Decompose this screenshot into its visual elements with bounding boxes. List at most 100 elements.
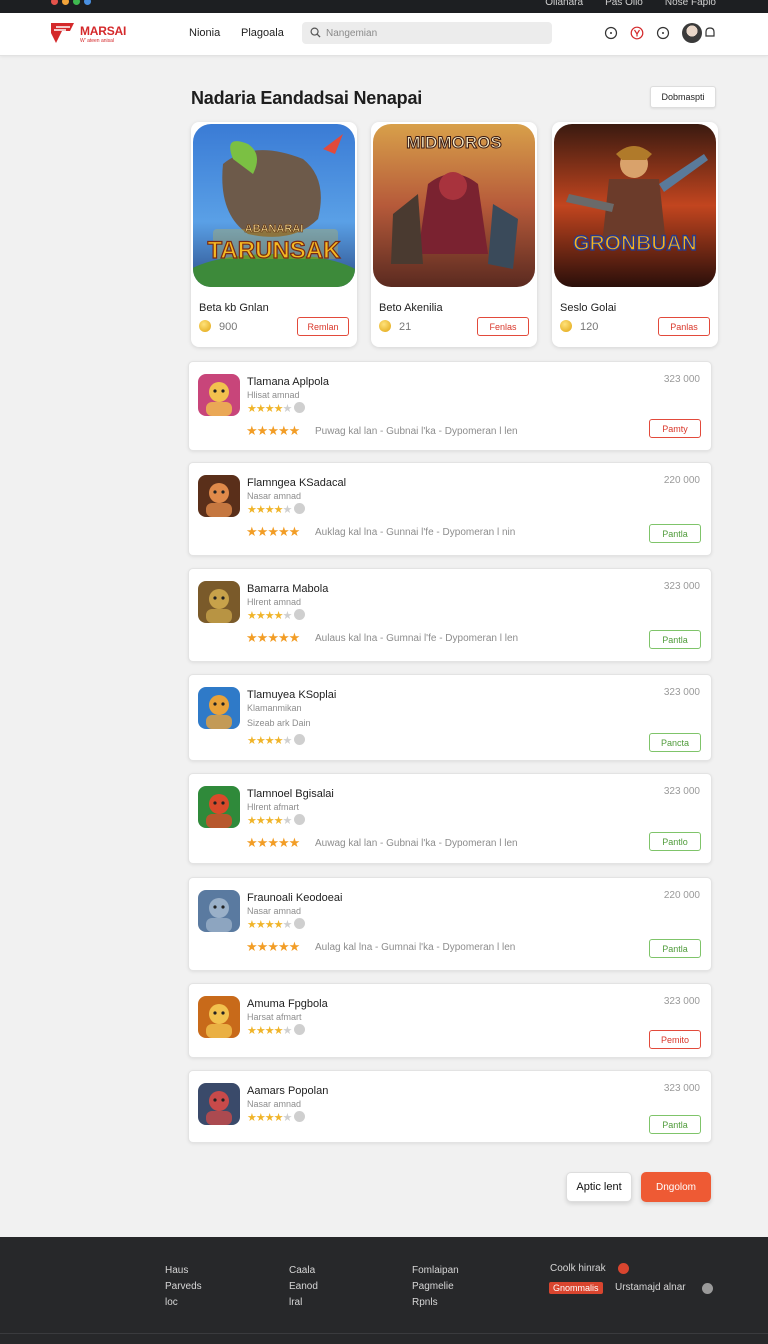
secondary-action-button[interactable]: Aptic lent <box>566 1172 632 1202</box>
star-icon: ★ <box>288 939 301 954</box>
app-get-button[interactable]: Pantla <box>649 1115 701 1134</box>
star-rating-small: ★★★★★ <box>247 1111 306 1124</box>
app-name[interactable]: Amuma Fpgbola <box>247 998 328 1010</box>
app-list-row[interactable]: Flamngea KSadacal Nasar amnad ★★★★★ ★★★★★ Au… <box>188 462 712 556</box>
star-icon: ★ <box>264 610 275 622</box>
app-get-button[interactable]: Pantla <box>649 524 701 543</box>
help-icon[interactable] <box>656 26 670 40</box>
star-icon: ★ <box>256 835 269 850</box>
app-developer: Hlrent amnad <box>247 597 302 607</box>
search-bar[interactable] <box>302 22 552 44</box>
top-action-button[interactable]: Dobmaspti <box>650 86 716 108</box>
footer-link[interactable]: Eanod <box>289 1279 318 1295</box>
os-item[interactable]: Pas Ollo <box>605 0 643 8</box>
app-list-row[interactable]: Aamars Popolan Nasar amnad ★★★★★ 323 000 Pan… <box>188 1070 712 1143</box>
app-get-button[interactable]: Pemito <box>649 1030 701 1049</box>
search-input[interactable] <box>326 25 546 41</box>
close-window-dot[interactable] <box>51 0 58 5</box>
user-avatar[interactable] <box>682 23 702 43</box>
os-item[interactable]: Ollanara <box>545 0 583 8</box>
nav-link-plagoala[interactable]: Plagoala <box>241 27 284 39</box>
extra-window-dot[interactable] <box>84 0 91 5</box>
os-item[interactable]: Nose Fapio <box>665 0 716 8</box>
app-get-button[interactable]: Pantla <box>649 939 701 958</box>
footer-link[interactable]: Pagmelie <box>412 1279 459 1295</box>
app-get-button[interactable]: Pancta <box>649 733 701 752</box>
footer-link[interactable]: Parveds <box>165 1279 202 1295</box>
star-icon: ★ <box>273 735 284 747</box>
footer-link[interactable]: Rpnls <box>412 1295 459 1311</box>
app-name[interactable]: Tlamnoel Bgisalai <box>247 788 334 800</box>
app-thumbnail[interactable] <box>198 786 240 828</box>
app-list-row[interactable]: Tlamana Aplpola Hlisat amnad ★★★★★ ★★★★★ Puw… <box>188 361 712 451</box>
app-name[interactable]: Tlamana Aplpola <box>247 376 329 388</box>
window-controls[interactable] <box>51 0 91 5</box>
app-get-button[interactable]: Pamty <box>649 419 701 438</box>
footer-link[interactable]: lral <box>289 1295 318 1311</box>
featured-card[interactable]: TARUNSAK ABANARAI Beta kb Gnlan 900 Reml… <box>191 122 357 347</box>
star-rating-large: ★★★★★ <box>246 524 300 540</box>
star-icon: ★ <box>277 524 290 539</box>
app-thumbnail[interactable] <box>198 890 240 932</box>
app-list-row[interactable]: Tlamuyea KSoplai Klamanmikan Sizeab ark Da… <box>188 674 712 761</box>
star-icon: ★ <box>255 1112 266 1124</box>
app-size: 323 000 <box>663 1083 700 1094</box>
app-list-row[interactable]: Amuma Fpgbola Harsat afmart ★★★★★ 323 000 Pe… <box>188 983 712 1058</box>
star-icon: ★ <box>267 835 279 850</box>
app-name[interactable]: Fraunoali Keodoeai <box>247 892 342 904</box>
app-get-button[interactable]: Pantla <box>649 630 701 649</box>
footer-link[interactable]: loc <box>165 1295 202 1311</box>
brand-logo[interactable]: MARSAI W' ateen anisal <box>50 21 140 49</box>
star-icon: ★ <box>256 423 269 438</box>
star-rating-small: ★★★★★ <box>247 503 306 516</box>
notifications-icon[interactable] <box>630 26 644 40</box>
app-list-row[interactable]: Tlamnoel Bgisalai Hlrent afmart ★★★★★ ★★★★★… <box>188 773 712 864</box>
app-thumbnail[interactable] <box>198 475 240 517</box>
star-icon: ★ <box>247 1112 257 1124</box>
app-size: 220 000 <box>663 890 700 901</box>
star-icon: ★ <box>247 504 257 516</box>
featured-price: 900 <box>219 321 238 333</box>
app-name[interactable]: Flamngea KSadacal <box>247 477 346 489</box>
coin-icon <box>379 320 391 332</box>
featured-card[interactable]: MIDMOROS Beto Akenilia 21 Fenlas <box>371 122 537 347</box>
app-thumbnail[interactable] <box>198 996 240 1038</box>
featured-card[interactable]: GRONBUAN Seslo Golai 120 Panlas <box>552 122 718 347</box>
app-size: 323 000 <box>663 687 700 698</box>
footer-badge[interactable]: Gnommalis <box>549 1282 603 1294</box>
app-list-row[interactable]: Fraunoali Keodoeai Nasar amnad ★★★★★ ★★★★★ A… <box>188 877 712 971</box>
minimize-window-dot[interactable] <box>62 0 69 5</box>
footer-link[interactable]: Caala <box>289 1263 318 1279</box>
app-developer: Nasar amnad <box>247 491 302 501</box>
app-list-row[interactable]: Bamarra Mabola Hlrent amnad ★★★★★ ★★★★★ Aula… <box>188 568 712 662</box>
star-icon: ★ <box>273 919 284 931</box>
primary-action-button[interactable]: Dngolom <box>641 1172 711 1202</box>
featured-name: Seslo Golai <box>560 302 617 314</box>
star-icon: ★ <box>282 504 293 516</box>
star-icon: ★ <box>264 815 275 827</box>
app-thumbnail[interactable] <box>198 374 240 416</box>
app-thumbnail[interactable] <box>198 581 240 623</box>
app-thumbnail[interactable] <box>198 687 240 729</box>
star-icon: ★ <box>247 1025 257 1037</box>
maximize-window-dot[interactable] <box>73 0 80 5</box>
clock-icon[interactable] <box>604 26 618 40</box>
search-icon <box>310 27 321 38</box>
featured-get-button[interactable]: Fenlas <box>477 317 529 336</box>
rating-count-icon <box>294 1111 306 1122</box>
rating-count-icon <box>294 402 306 413</box>
art-subtitle-text: ABANARAI <box>245 223 304 235</box>
app-get-button[interactable]: Pantlo <box>649 832 701 851</box>
footer-link[interactable]: Fomlaipan <box>412 1263 459 1279</box>
app-thumbnail[interactable] <box>198 1083 240 1125</box>
footer-info-icon[interactable] <box>702 1283 713 1294</box>
app-name[interactable]: Aamars Popolan <box>247 1085 328 1097</box>
bell-icon[interactable] <box>704 26 716 40</box>
app-name[interactable]: Tlamuyea KSoplai <box>247 689 336 701</box>
star-icon: ★ <box>273 504 284 516</box>
footer-link[interactable]: Haus <box>165 1263 202 1279</box>
featured-get-button[interactable]: Remlan <box>297 317 349 336</box>
nav-link-nionia[interactable]: Nionia <box>189 27 220 39</box>
app-name[interactable]: Bamarra Mabola <box>247 583 328 595</box>
featured-get-button[interactable]: Panlas <box>658 317 710 336</box>
